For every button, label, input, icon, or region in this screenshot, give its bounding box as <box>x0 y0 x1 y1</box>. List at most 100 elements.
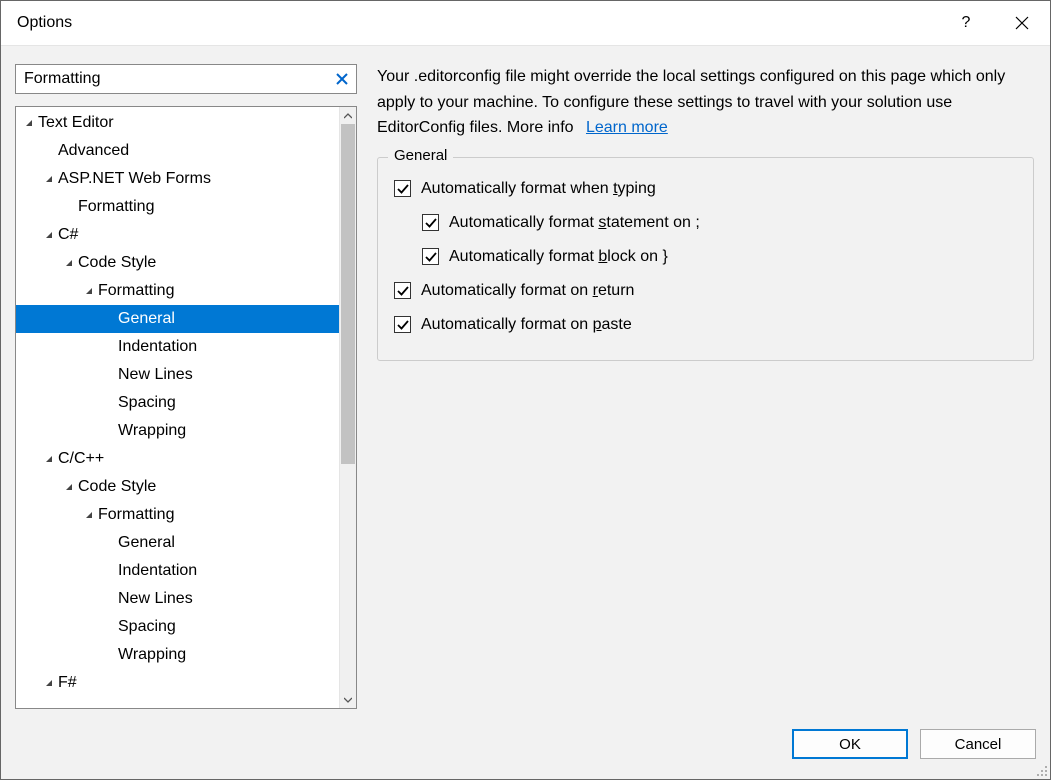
checkbox[interactable] <box>422 214 439 231</box>
tree-item-label: Code Style <box>78 254 156 272</box>
tree-item-label: C# <box>58 226 78 244</box>
label-pre: Automatically format on <box>421 316 593 333</box>
tree-item-label: F# <box>58 674 77 692</box>
check-icon <box>397 285 409 297</box>
tree-item-label: New Lines <box>118 590 193 608</box>
collapse-icon[interactable] <box>42 174 56 184</box>
label-post: lock on } <box>607 248 667 265</box>
general-group: General Automatically format when typing… <box>377 157 1034 361</box>
tree-item-label: Advanced <box>58 142 129 160</box>
tree-item[interactable]: General <box>16 529 339 557</box>
check-icon <box>425 251 437 263</box>
tree-item[interactable]: C# <box>16 221 339 249</box>
tree-item[interactable]: Code Style <box>16 473 339 501</box>
learn-more-link[interactable]: Learn more <box>586 119 668 136</box>
tree-item-label: General <box>118 534 175 552</box>
tree-item[interactable]: Advanced <box>16 137 339 165</box>
tree-item[interactable]: Formatting <box>16 501 339 529</box>
label-accelerator: p <box>593 316 602 333</box>
chevron-up-icon <box>344 112 352 120</box>
tree-item[interactable]: Wrapping <box>16 417 339 445</box>
tree-item-label: Indentation <box>118 338 197 356</box>
scroll-up-button[interactable] <box>340 107 356 124</box>
checkbox-label[interactable]: Automatically format block on } <box>449 248 668 266</box>
checkbox-row: Automatically format on paste <box>394 308 1017 342</box>
checkbox-row: Automatically format when typing <box>394 172 1017 206</box>
collapse-icon[interactable] <box>62 258 76 268</box>
tree-item[interactable]: Wrapping <box>16 641 339 669</box>
checkbox-row: Automatically format statement on ; <box>394 206 1017 240</box>
collapse-icon[interactable] <box>82 286 96 296</box>
checkbox[interactable] <box>394 282 411 299</box>
label-pre: Automatically format when <box>421 180 613 197</box>
tree-item-label: Text Editor <box>38 114 114 132</box>
right-pane: Your .editorconfig file might override t… <box>377 64 1038 709</box>
checkbox-row: Automatically format block on } <box>394 240 1017 274</box>
label-pre: Automatically format on <box>421 282 593 299</box>
tree-item[interactable]: New Lines <box>16 361 339 389</box>
collapse-icon[interactable] <box>62 482 76 492</box>
check-icon <box>397 319 409 331</box>
tree-item[interactable]: Formatting <box>16 277 339 305</box>
collapse-icon[interactable] <box>42 454 56 464</box>
collapse-icon[interactable] <box>42 678 56 688</box>
scroll-down-button[interactable] <box>340 691 356 708</box>
tree-item[interactable]: ASP.NET Web Forms <box>16 165 339 193</box>
tree-item[interactable]: Code Style <box>16 249 339 277</box>
tree-item-label: Formatting <box>98 282 174 300</box>
checkbox-label[interactable]: Automatically format on return <box>421 282 634 300</box>
label-post: aste <box>602 316 632 333</box>
search-clear-button[interactable] <box>328 65 356 93</box>
cancel-button[interactable]: Cancel <box>920 729 1036 759</box>
label-post: yping <box>618 180 656 197</box>
tree-item[interactable]: Text Editor <box>16 109 339 137</box>
tree-item-label: Spacing <box>118 394 176 412</box>
tree-item[interactable]: Spacing <box>16 613 339 641</box>
close-icon <box>1015 16 1029 30</box>
chevron-down-icon <box>344 696 352 704</box>
tree-item[interactable]: New Lines <box>16 585 339 613</box>
clear-icon <box>336 73 348 85</box>
dialog-body: Text Editor Advanced ASP.NET Web Forms Form… <box>1 46 1050 709</box>
tree-item-label: Code Style <box>78 478 156 496</box>
description-text: Your .editorconfig file might override t… <box>377 68 1005 136</box>
label-post: eturn <box>598 282 634 299</box>
tree-item-label: Indentation <box>118 562 197 580</box>
tree-scrollbar[interactable] <box>339 107 356 708</box>
collapse-icon[interactable] <box>22 118 36 128</box>
close-button[interactable] <box>994 1 1050 45</box>
tree-item[interactable]: Indentation <box>16 333 339 361</box>
checkbox[interactable] <box>422 248 439 265</box>
tree-item-label: C/C++ <box>58 450 104 468</box>
scroll-thumb[interactable] <box>341 124 355 464</box>
label-pre: Automatically format <box>449 214 598 231</box>
tree-item-label: ASP.NET Web Forms <box>58 170 211 188</box>
tree-item[interactable]: C/C++ <box>16 445 339 473</box>
tree-item-label: Formatting <box>78 198 154 216</box>
group-legend: General <box>388 147 453 164</box>
scroll-track[interactable] <box>340 124 356 691</box>
tree-item[interactable]: Indentation <box>16 557 339 585</box>
checkbox-label[interactable]: Automatically format statement on ; <box>449 214 700 232</box>
tree-item-label: Wrapping <box>118 422 186 440</box>
check-icon <box>425 217 437 229</box>
ok-button[interactable]: OK <box>792 729 908 759</box>
search-input[interactable] <box>16 65 356 93</box>
left-pane: Text Editor Advanced ASP.NET Web Forms Form… <box>15 64 357 709</box>
tree-item[interactable]: Formatting <box>16 193 339 221</box>
label-accelerator: b <box>598 248 607 265</box>
checkbox-label[interactable]: Automatically format when typing <box>421 180 656 198</box>
help-button[interactable]: ? <box>938 1 994 45</box>
collapse-icon[interactable] <box>42 230 56 240</box>
tree-item-label: Wrapping <box>118 646 186 664</box>
options-tree[interactable]: Text Editor Advanced ASP.NET Web Forms Form… <box>16 107 339 708</box>
resize-grip-icon[interactable] <box>1034 763 1048 777</box>
collapse-icon[interactable] <box>82 510 96 520</box>
tree-item[interactable]: F# <box>16 669 339 697</box>
tree-item-label: New Lines <box>118 366 193 384</box>
tree-item[interactable]: Spacing <box>16 389 339 417</box>
checkbox[interactable] <box>394 316 411 333</box>
tree-item[interactable]: General <box>16 305 339 333</box>
checkbox-label[interactable]: Automatically format on paste <box>421 316 632 334</box>
checkbox[interactable] <box>394 180 411 197</box>
